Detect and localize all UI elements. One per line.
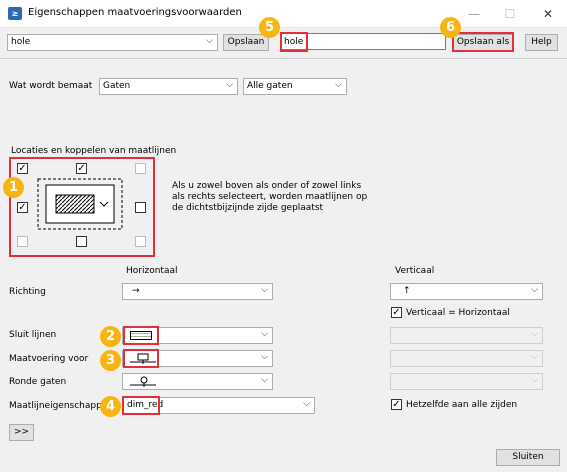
chevron-down-icon: ⌵ xyxy=(531,329,538,339)
same-all-sides-checkbox[interactable]: ✓ xyxy=(391,399,402,410)
close-lines-label: Sluit lijnen xyxy=(9,330,57,340)
highlight-dim-props xyxy=(122,396,160,415)
location-bottom-right-checkbox[interactable] xyxy=(135,236,146,247)
badge-4: 4 xyxy=(100,396,121,417)
save-button[interactable]: Opslaan xyxy=(223,34,269,51)
close-dialog-button[interactable]: Sluiten xyxy=(496,449,560,466)
chevron-down-icon: ⌵ xyxy=(261,352,268,362)
chevron-down-icon: ⌵ xyxy=(261,285,268,295)
location-bottom-left-checkbox[interactable] xyxy=(17,236,28,247)
arrow-right-icon: → xyxy=(132,286,140,296)
dim-props-label: Maatlijneigenschapp xyxy=(9,401,102,411)
vertical-equals-horizontal-label: Verticaal = Horizontaal xyxy=(406,308,510,318)
divider xyxy=(0,58,567,59)
expand-button[interactable]: >> xyxy=(9,424,34,441)
dimension-for-label: Maatvoering voor xyxy=(9,354,89,364)
badge-6: 6 xyxy=(440,17,461,38)
location-bottom-center-checkbox[interactable] xyxy=(76,236,87,247)
locations-group-label: Locaties en koppelen van maatlijnen xyxy=(11,146,177,156)
badge-5: 5 xyxy=(259,17,280,38)
chevron-down-icon: ⌵ xyxy=(226,80,233,90)
location-top-left-checkbox[interactable]: ✓ xyxy=(17,163,28,174)
chevron-down-icon: ⌵ xyxy=(531,285,538,295)
location-mid-right-checkbox[interactable] xyxy=(135,202,146,213)
measure-type-value: Gaten xyxy=(103,81,131,91)
locations-info-text: Als u zowel boven als onder of zowel lin… xyxy=(172,181,368,213)
direction-label: Richting xyxy=(9,287,46,297)
dimension-for-vertical-select[interactable]: ⌵ xyxy=(390,350,543,367)
minimize-button[interactable]: — xyxy=(456,0,492,28)
location-top-right-checkbox[interactable] xyxy=(135,163,146,174)
chevron-down-icon: ⌵ xyxy=(531,352,538,362)
window-title: Eigenschappen maatvoeringsvoorwaarden xyxy=(28,7,242,18)
vertical-equals-horizontal-checkbox[interactable]: ✓ xyxy=(391,307,402,318)
settings-select[interactable]: hole ⌵ xyxy=(7,34,218,51)
measure-scope-select[interactable]: Alle gaten ⌵ xyxy=(243,78,347,95)
measure-label: Wat wordt bemaat xyxy=(9,81,93,91)
chevron-down-icon: ⌵ xyxy=(531,375,538,385)
badge-2: 2 xyxy=(100,326,121,347)
arrow-up-icon: ↑ xyxy=(403,286,411,296)
maximize-button[interactable]: ☐ xyxy=(492,0,528,28)
highlight-save-as-button xyxy=(452,32,514,52)
round-holes-label: Ronde gaten xyxy=(9,377,67,387)
vertical-header: Verticaal xyxy=(395,266,435,276)
measure-scope-value: Alle gaten xyxy=(247,81,293,91)
same-all-sides-label: Hetzelfde aan alle zijden xyxy=(406,400,518,410)
chevron-down-icon: ⌵ xyxy=(303,399,310,409)
highlight-dimension-for xyxy=(123,349,159,368)
round-holes-icon xyxy=(130,376,156,387)
chevron-down-icon: ⌵ xyxy=(335,80,342,90)
direction-vertical-select[interactable]: ↑ ⌵ xyxy=(390,283,543,300)
measure-type-select[interactable]: Gaten ⌵ xyxy=(99,78,238,95)
round-holes-select[interactable]: ⌵ xyxy=(122,373,273,390)
highlight-close-lines xyxy=(123,326,159,345)
direction-horizontal-select[interactable]: → ⌵ xyxy=(122,283,273,300)
badge-3: 3 xyxy=(100,350,121,371)
chevron-down-icon: ⌵ xyxy=(261,375,268,385)
round-holes-vertical-select[interactable]: ⌵ xyxy=(390,373,543,390)
location-top-center-checkbox[interactable]: ✓ xyxy=(76,163,87,174)
close-button[interactable]: ✕ xyxy=(530,0,566,28)
chevron-down-icon: ⌵ xyxy=(206,36,213,46)
app-icon: ≥ xyxy=(8,7,22,20)
save-as-name-value: hole xyxy=(284,37,304,47)
close-lines-vertical-select[interactable]: ⌵ xyxy=(390,327,543,344)
badge-1: 1 xyxy=(3,177,24,198)
dimension-layout-diagram xyxy=(37,178,123,230)
settings-value: hole xyxy=(11,37,31,47)
horizontal-header: Horizontaal xyxy=(126,266,178,276)
chevron-down-icon: ⌵ xyxy=(261,329,268,339)
location-mid-left-checkbox[interactable]: ✓ xyxy=(17,202,28,213)
help-button[interactable]: Help xyxy=(525,34,558,51)
